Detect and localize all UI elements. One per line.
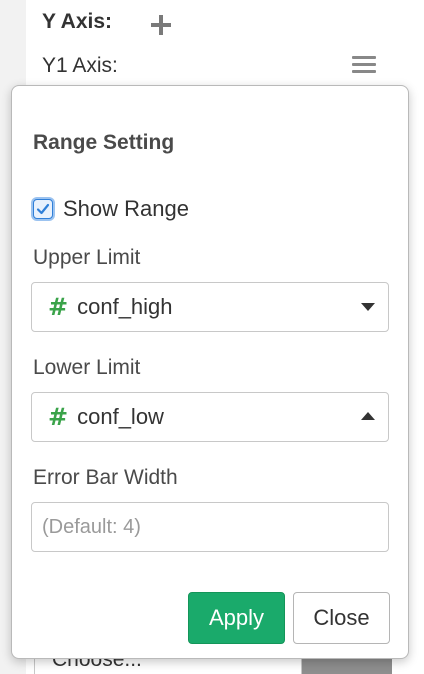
checkmark-icon: [36, 203, 50, 215]
y1-axis-menu-icon[interactable]: [352, 55, 376, 75]
menu-line: [352, 70, 376, 73]
error-bar-width-input[interactable]: [31, 502, 389, 552]
range-setting-popover: Range Setting Show Range Upper Limit # c…: [11, 85, 409, 659]
upper-limit-select[interactable]: # conf_high: [31, 282, 389, 332]
popover-title: Range Setting: [33, 131, 175, 154]
show-range-checkbox[interactable]: [33, 199, 53, 219]
menu-line: [352, 63, 376, 66]
menu-line: [352, 56, 376, 59]
y1-axis-label: Y1 Axis:: [42, 54, 118, 77]
error-bar-width-label: Error Bar Width: [33, 466, 178, 489]
lower-limit-label: Lower Limit: [33, 356, 141, 379]
lower-limit-value: conf_low: [77, 404, 164, 429]
close-button[interactable]: Close: [293, 592, 390, 644]
show-range-label: Show Range: [63, 196, 189, 221]
upper-limit-label: Upper Limit: [33, 246, 141, 269]
caret-down-icon: [361, 303, 375, 311]
lower-limit-select[interactable]: # conf_low: [31, 392, 389, 442]
y-axis-title: Y Axis:: [42, 10, 113, 33]
hash-icon: #: [48, 293, 69, 321]
caret-up-icon: [361, 412, 375, 420]
show-range-row[interactable]: Show Range: [33, 196, 189, 222]
upper-limit-value: conf_high: [77, 294, 173, 319]
stage: Y Axis: Y1 Axis: Choose... Range Setting…: [0, 0, 424, 674]
add-y-axis-plus-icon[interactable]: [150, 14, 172, 36]
apply-button[interactable]: Apply: [188, 592, 285, 644]
hash-icon: #: [48, 403, 69, 431]
